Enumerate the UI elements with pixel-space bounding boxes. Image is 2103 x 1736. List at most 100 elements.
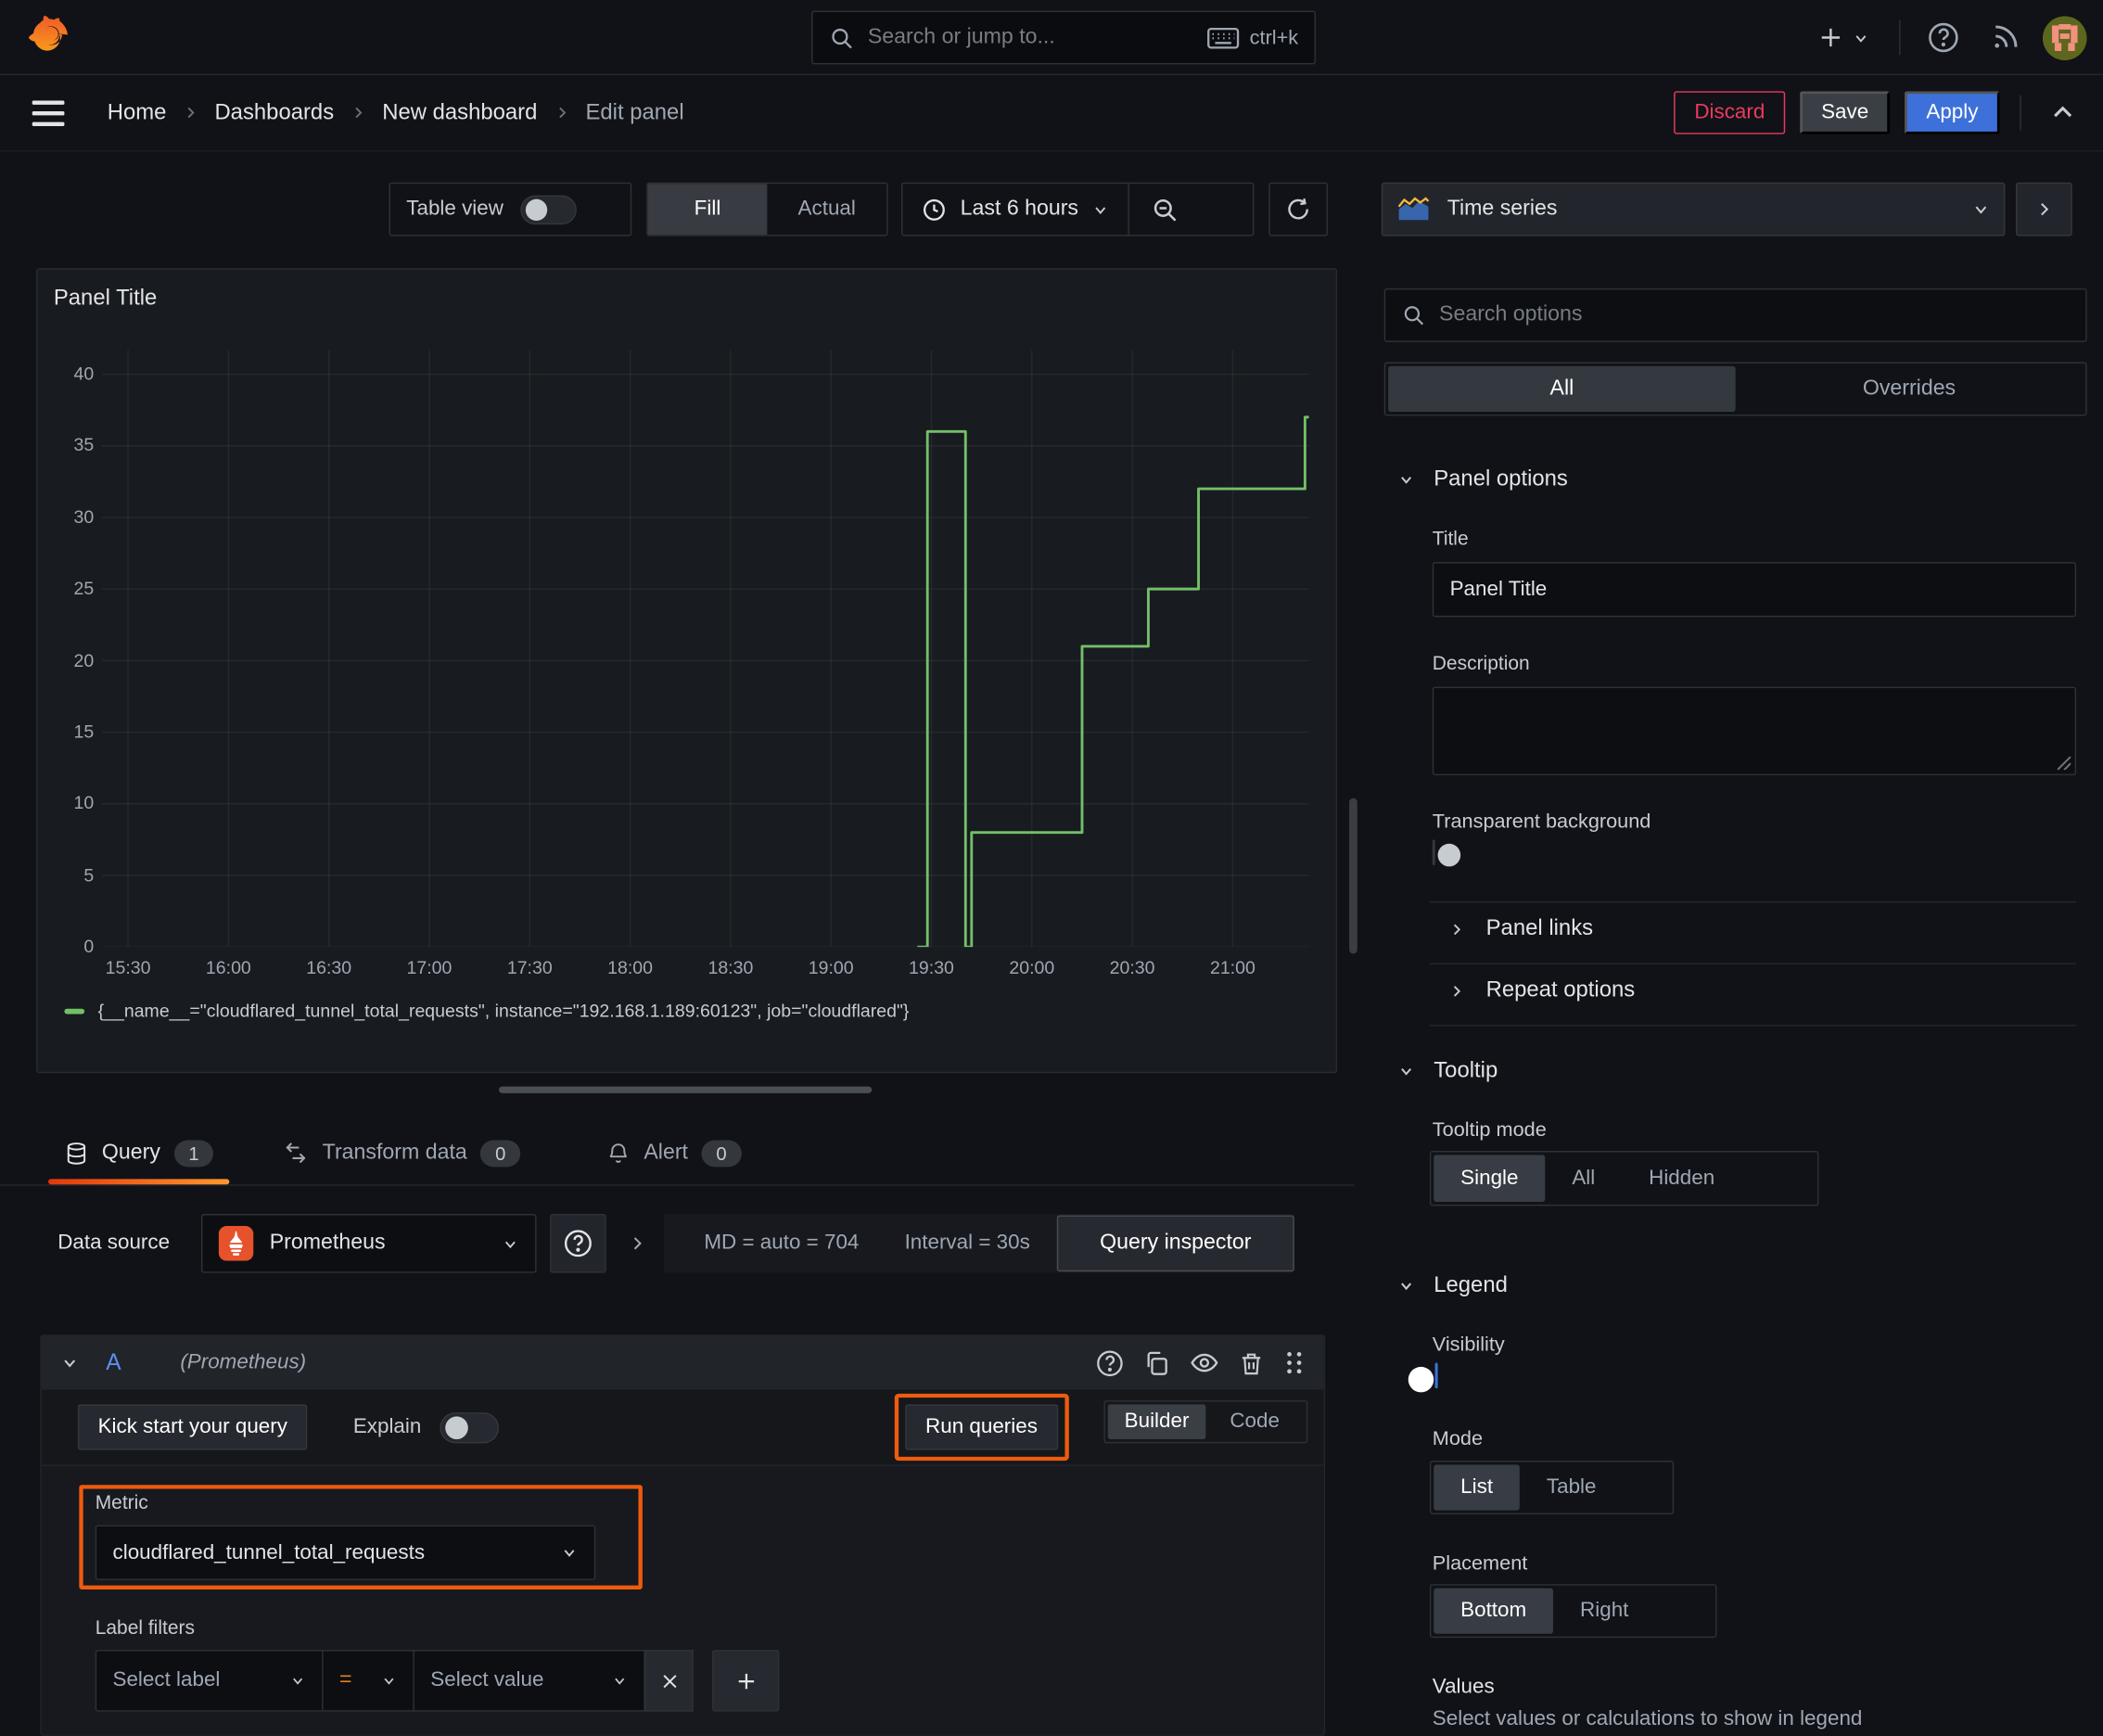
panel-options-title: Panel options (1434, 466, 1568, 491)
transform-icon (284, 1140, 309, 1165)
apply-button[interactable]: Apply (1905, 91, 2000, 134)
query-editor-card: A (Prometheus) Kick start your query Exp… (40, 1334, 1326, 1736)
refresh-icon[interactable] (1268, 182, 1328, 236)
legend-placement-bottom[interactable]: Bottom (1434, 1588, 1554, 1634)
metric-value: cloudflared_tunnel_total_requests (112, 1540, 426, 1564)
metric-select[interactable]: cloudflared_tunnel_total_requests (95, 1525, 596, 1580)
chevron-down-icon (564, 1550, 575, 1557)
panel-links-section[interactable]: Panel links (1430, 916, 2076, 941)
toggle-options-pane-icon[interactable] (2015, 182, 2072, 236)
pane-resize-handle[interactable] (499, 1086, 873, 1093)
tooltip-mode-hidden[interactable]: Hidden (1622, 1155, 1741, 1202)
breadcrumb-home[interactable]: Home (108, 100, 167, 125)
duplicate-query-icon[interactable] (1142, 1348, 1170, 1376)
expand-stats-icon[interactable] (628, 1214, 646, 1273)
chevron-right-icon (1453, 923, 1461, 935)
add-filter-button[interactable] (712, 1650, 780, 1712)
search-input[interactable]: Search or jump to... ctrl+k (811, 10, 1316, 65)
add-button[interactable] (1805, 13, 1880, 61)
help-icon[interactable] (1919, 13, 1968, 61)
run-queries-button[interactable]: Run queries (905, 1404, 1058, 1450)
clock-icon (922, 197, 947, 222)
breadcrumb-new-dashboard[interactable]: New dashboard (382, 100, 537, 125)
table-view-toggle[interactable] (520, 194, 578, 224)
delete-query-icon[interactable] (1238, 1348, 1265, 1376)
grafana-logo-icon[interactable] (21, 11, 75, 65)
resize-grip-icon[interactable] (2057, 756, 2071, 771)
explain-toggle[interactable] (440, 1411, 500, 1443)
news-rss-icon[interactable] (1981, 13, 2029, 61)
zoom-out-icon[interactable] (1129, 184, 1199, 235)
query-help-icon[interactable] (1096, 1348, 1124, 1376)
select-label-dropdown[interactable]: Select label (95, 1650, 324, 1712)
query-row-header[interactable]: A (Prometheus) (41, 1335, 1324, 1390)
panel-title[interactable]: Panel Title (54, 286, 157, 311)
select-value-dropdown[interactable]: Select value (414, 1650, 645, 1712)
query-inspector-button[interactable]: Query inspector (1056, 1215, 1294, 1272)
tooltip-mode-single[interactable]: Single (1434, 1155, 1546, 1202)
y-axis-labels: 0 5 10 15 20 25 30 35 40 (73, 363, 95, 957)
breadcrumb-dashboards[interactable]: Dashboards (214, 100, 334, 125)
save-button[interactable]: Save (1799, 91, 1891, 134)
tab-overrides[interactable]: Overrides (1736, 366, 2084, 412)
legend-mode-list[interactable]: List (1434, 1464, 1520, 1511)
user-avatar[interactable] (2042, 15, 2087, 60)
datasource-help-icon[interactable] (550, 1214, 606, 1273)
collapse-query-icon[interactable] (60, 1353, 79, 1372)
panel-title-input[interactable]: Panel Title (1432, 562, 2077, 618)
transparent-bg-toggle[interactable] (1432, 839, 1461, 867)
options-search-input[interactable]: Search options (1383, 287, 2087, 342)
alert-count-badge: 0 (701, 1139, 742, 1167)
description-field-label: Description (1432, 653, 1530, 675)
tab-alert[interactable]: Alert 0 (582, 1121, 766, 1184)
time-range-picker[interactable]: Last 6 hours (902, 184, 1128, 235)
chevron-up-icon[interactable] (2041, 99, 2084, 126)
keyboard-icon (1206, 26, 1239, 49)
select-value-placeholder: Select value (430, 1668, 544, 1691)
builder-mode-option[interactable]: Builder (1107, 1404, 1206, 1440)
disable-query-eye-icon[interactable] (1190, 1348, 1219, 1378)
interval-stat: Interval = 30s (904, 1231, 1030, 1255)
menu-toggle-icon[interactable] (32, 88, 81, 136)
panel-options-header[interactable]: Panel options (1397, 466, 1568, 491)
legend-header[interactable]: Legend (1397, 1273, 1508, 1298)
legend-visibility-toggle[interactable] (1408, 1362, 1438, 1392)
tab-query[interactable]: Query 1 (40, 1121, 237, 1185)
tab-transform-data[interactable]: Transform data 0 (260, 1121, 545, 1184)
legend-placement-right[interactable]: Right (1553, 1589, 1655, 1634)
tooltip-header[interactable]: Tooltip (1397, 1058, 1498, 1083)
query-ref-id[interactable]: A (106, 1349, 121, 1376)
legend-mode-table[interactable]: Table (1520, 1465, 1623, 1511)
discard-button[interactable]: Discard (1674, 91, 1786, 134)
legend-values-hint: Select values or calculations to show in… (1432, 1707, 1863, 1730)
visualization-picker[interactable]: Time series (1381, 182, 2006, 236)
panel-title-value: Panel Title (1449, 577, 1548, 601)
tooltip-mode-label: Tooltip mode (1432, 1118, 1547, 1142)
search-icon (1402, 303, 1426, 327)
remove-filter-button[interactable] (644, 1650, 694, 1712)
series-legend-label[interactable]: {__name__="cloudflared_tunnel_total_requ… (98, 1001, 910, 1021)
tab-all[interactable]: All (1388, 365, 1736, 413)
canvas-toolbar: Table view Fill Actual Last 6 hours (0, 182, 1355, 236)
datasource-picker[interactable]: Prometheus (200, 1214, 537, 1273)
legend-placement-label: Placement (1432, 1551, 1528, 1576)
repeat-options-section[interactable]: Repeat options (1430, 977, 2076, 1002)
database-icon (64, 1140, 88, 1167)
tooltip-mode-all[interactable]: All (1545, 1155, 1622, 1202)
panel-links-title: Panel links (1485, 915, 1594, 940)
drag-handle-icon[interactable] (1283, 1349, 1305, 1376)
chart-legend[interactable]: {__name__="cloudflared_tunnel_total_requ… (64, 1001, 909, 1021)
vertical-scrollbar[interactable] (1349, 798, 1357, 954)
datasource-row: Data source Prometheus MD = auto = 704 I… (0, 1214, 1355, 1273)
description-textarea[interactable] (1432, 686, 2077, 776)
tooltip-mode-switch: Single All Hidden (1429, 1151, 1819, 1206)
operator-dropdown[interactable]: = (323, 1650, 414, 1712)
bell-icon (606, 1140, 631, 1167)
legend-mode-switch: List Table (1429, 1461, 1675, 1515)
fill-option[interactable]: Fill (647, 184, 768, 236)
time-series-chart[interactable] (101, 350, 1309, 948)
code-mode-option[interactable]: Code (1205, 1404, 1304, 1439)
kick-start-button[interactable]: Kick start your query (77, 1404, 308, 1450)
chevron-down-icon (1975, 206, 1987, 214)
actual-option[interactable]: Actual (767, 184, 886, 235)
